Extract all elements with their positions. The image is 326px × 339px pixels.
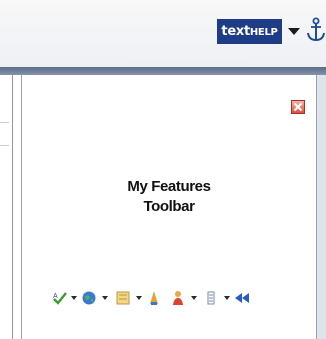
speech-person-icon[interactable] (170, 290, 186, 306)
globe-dropdown-icon[interactable] (102, 296, 108, 300)
panel-title-line2: Toolbar (143, 198, 195, 215)
rewind-icon[interactable] (234, 290, 250, 306)
brand-text: text (221, 24, 250, 39)
dictionary-icon[interactable] (115, 290, 131, 306)
svg-text:A: A (53, 293, 58, 300)
spell-check-dropdown-icon[interactable] (71, 296, 77, 300)
features-icon-strip: A (44, 286, 317, 310)
speech-person-dropdown-icon[interactable] (191, 296, 197, 300)
dictionary-dropdown-icon[interactable] (136, 296, 142, 300)
fact-finder-dropdown-icon[interactable] (224, 296, 230, 300)
panel-title-line1: My Features (127, 178, 211, 195)
anchor-icon[interactable] (306, 17, 326, 43)
word-prediction-icon[interactable] (146, 290, 162, 306)
globe-icon[interactable] (81, 290, 97, 306)
brand-caps: HELP (249, 27, 278, 38)
texthelp-logo[interactable]: textHELP (217, 19, 282, 44)
spell-check-icon[interactable]: A (52, 290, 68, 306)
fact-finder-icon[interactable] (203, 290, 219, 306)
toolbar-divider (0, 67, 326, 75)
panel-right-edge (317, 75, 326, 339)
document-edge (0, 75, 13, 339)
dropdown-arrow-icon[interactable] (286, 23, 302, 39)
close-icon[interactable] (291, 100, 305, 114)
